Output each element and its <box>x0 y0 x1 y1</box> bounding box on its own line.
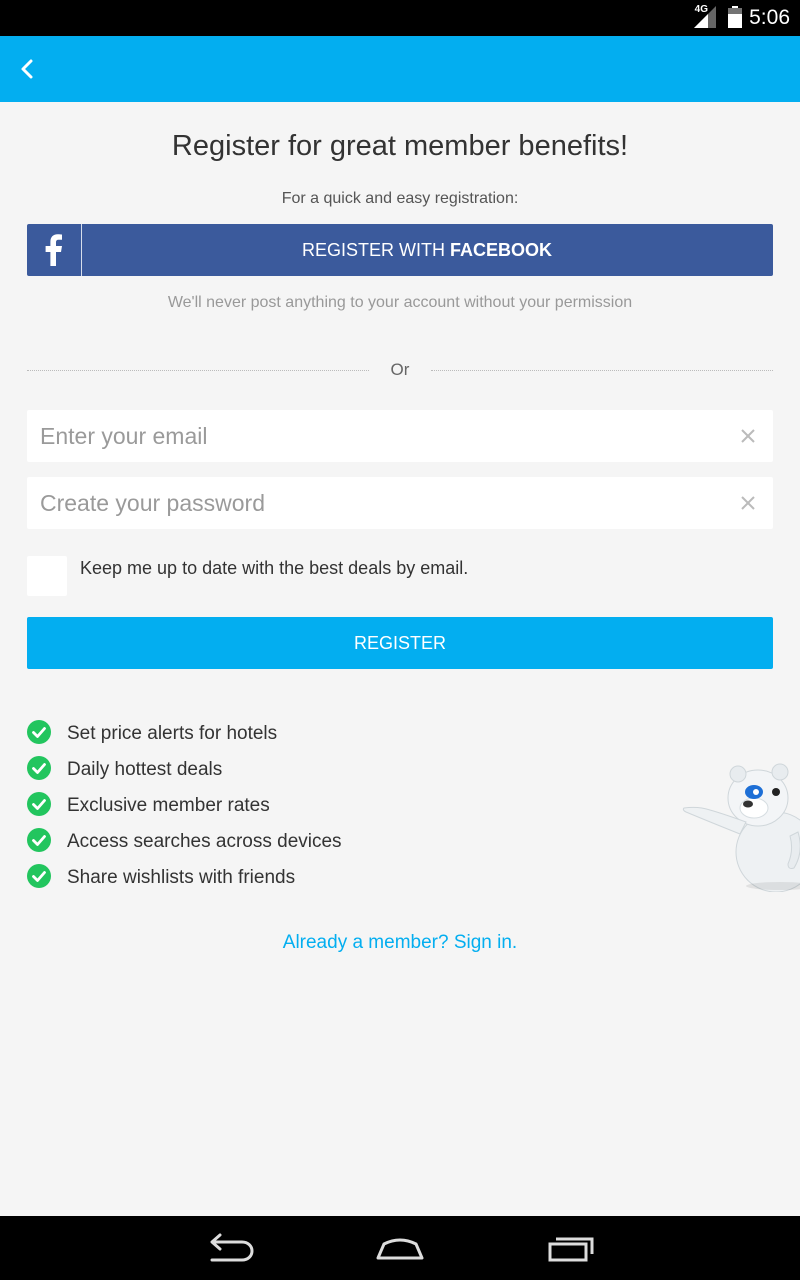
benefit-item: Access searches across devices <box>27 826 527 862</box>
benefit-text: Set price alerts for hotels <box>67 723 278 744</box>
password-field-container <box>27 477 773 529</box>
page-title: Register for great member benefits! <box>171 130 629 162</box>
check-circle-icon <box>27 720 51 744</box>
app-bar <box>0 36 800 102</box>
check-circle-icon <box>27 792 51 816</box>
benefits-list: Set price alerts for hotels Daily hottes… <box>27 718 527 898</box>
register-button[interactable]: REGISTER <box>27 617 773 669</box>
register-with-facebook-button[interactable]: REGISTER WITH FACEBOOK <box>27 224 773 276</box>
benefit-item: Share wishlists with friends <box>27 862 527 898</box>
benefit-text: Daily hottest deals <box>67 759 223 780</box>
back-chevron-icon[interactable] <box>14 56 40 82</box>
benefit-item: Daily hottest deals <box>27 754 527 790</box>
page-subtitle: For a quick and easy registration: <box>281 190 519 207</box>
status-bar: 4G 5:06 <box>0 0 800 36</box>
facebook-label-prefix: REGISTER WITH <box>301 240 450 260</box>
password-field[interactable] <box>27 477 717 529</box>
check-circle-icon <box>27 756 51 780</box>
clear-password-icon[interactable] <box>737 492 759 514</box>
benefit-text: Access searches across devices <box>67 831 342 852</box>
newsletter-checkbox[interactable] <box>27 556 67 596</box>
system-nav-bar <box>0 1216 800 1280</box>
recents-nav-icon[interactable] <box>540 1232 600 1264</box>
signal-icon <box>694 6 716 28</box>
home-nav-icon[interactable] <box>370 1232 430 1264</box>
check-circle-icon <box>27 864 51 888</box>
benefit-item: Exclusive member rates <box>27 790 527 826</box>
clock: 5:06 <box>749 6 790 29</box>
sign-in-link[interactable]: Already a member? Sign in. <box>0 932 800 954</box>
facebook-permission-note: We'll never post anything to your accoun… <box>167 294 633 311</box>
check-circle-icon <box>27 828 51 852</box>
divider-line-right <box>431 370 773 371</box>
facebook-f-icon <box>45 234 62 266</box>
benefit-text: Share wishlists with friends <box>67 867 296 888</box>
clear-email-icon[interactable] <box>737 425 759 447</box>
or-divider: Or <box>27 360 773 382</box>
email-field[interactable] <box>27 410 717 462</box>
email-field-container <box>27 410 773 462</box>
newsletter-row: Keep me up to date with the best deals b… <box>27 556 773 596</box>
polar-bear-mascot <box>682 763 800 892</box>
facebook-label-bold: FACEBOOK <box>449 240 552 260</box>
benefit-text: Exclusive member rates <box>67 795 270 816</box>
benefit-item: Set price alerts for hotels <box>27 718 527 754</box>
back-nav-icon[interactable] <box>200 1232 260 1264</box>
newsletter-label[interactable]: Keep me up to date with the best deals b… <box>80 558 468 579</box>
facebook-button-label: REGISTER WITH FACEBOOK <box>81 240 773 261</box>
battery-icon <box>728 6 742 28</box>
